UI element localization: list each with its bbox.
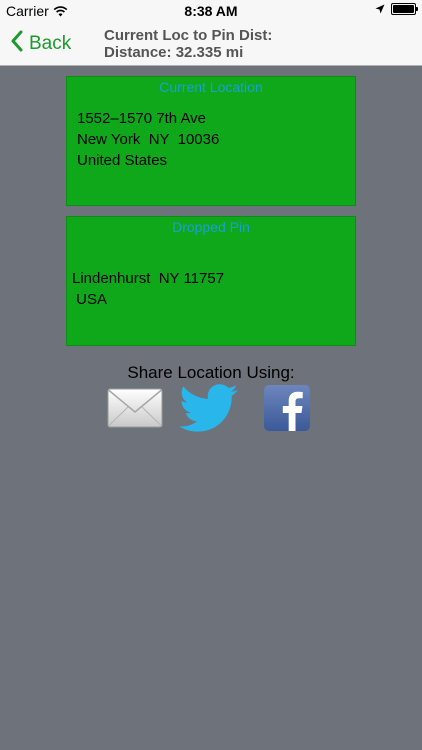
address-line: USA — [72, 291, 108, 308]
dropped-pin-card: Dropped Pin Lindenhurst NY 11757 USA — [66, 216, 356, 346]
status-time: 8:38 AM — [184, 3, 238, 19]
battery-icon — [391, 3, 418, 15]
share-email-button[interactable] — [107, 388, 163, 433]
address-line: 1552–1570 7th Ave — [77, 110, 207, 127]
page-title: Current Loc to Pin Dist: Distance: 32.33… — [104, 27, 414, 61]
back-label: Back — [29, 33, 72, 54]
page-title-line1: Current Loc to Pin Dist: — [104, 27, 273, 44]
share-label: Share Location Using: — [127, 363, 295, 382]
back-button[interactable]: Back — [10, 30, 71, 58]
status-bar: Carrier 8:38 AM — [0, 0, 422, 22]
current-location-title: Current Location — [159, 79, 263, 95]
chevron-left-icon — [10, 30, 23, 58]
dropped-pin-title: Dropped Pin — [172, 219, 250, 235]
address-line: Lindenhurst NY 11757 — [72, 270, 225, 287]
current-location-card: Current Location 1552–1570 7th Ave New Y… — [66, 76, 356, 206]
facebook-icon — [264, 385, 310, 435]
address-line: United States — [77, 152, 168, 169]
share-options — [0, 384, 422, 432]
status-right — [375, 3, 418, 15]
share-facebook-button[interactable] — [264, 385, 310, 436]
share-twitter-button[interactable] — [179, 384, 241, 437]
twitter-icon — [179, 384, 241, 436]
nav-bar: Back Current Loc to Pin Dist: Distance: … — [0, 22, 422, 66]
current-location-address: 1552–1570 7th Ave New York NY 10036 Unit… — [77, 108, 219, 171]
location-arrow-icon — [375, 4, 385, 14]
mail-icon — [107, 388, 163, 432]
address-line: New York NY 10036 — [77, 131, 220, 148]
dropped-pin-address: Lindenhurst NY 11757 USA — [72, 268, 224, 310]
page-title-line2: Distance: 32.335 mi — [104, 44, 244, 61]
